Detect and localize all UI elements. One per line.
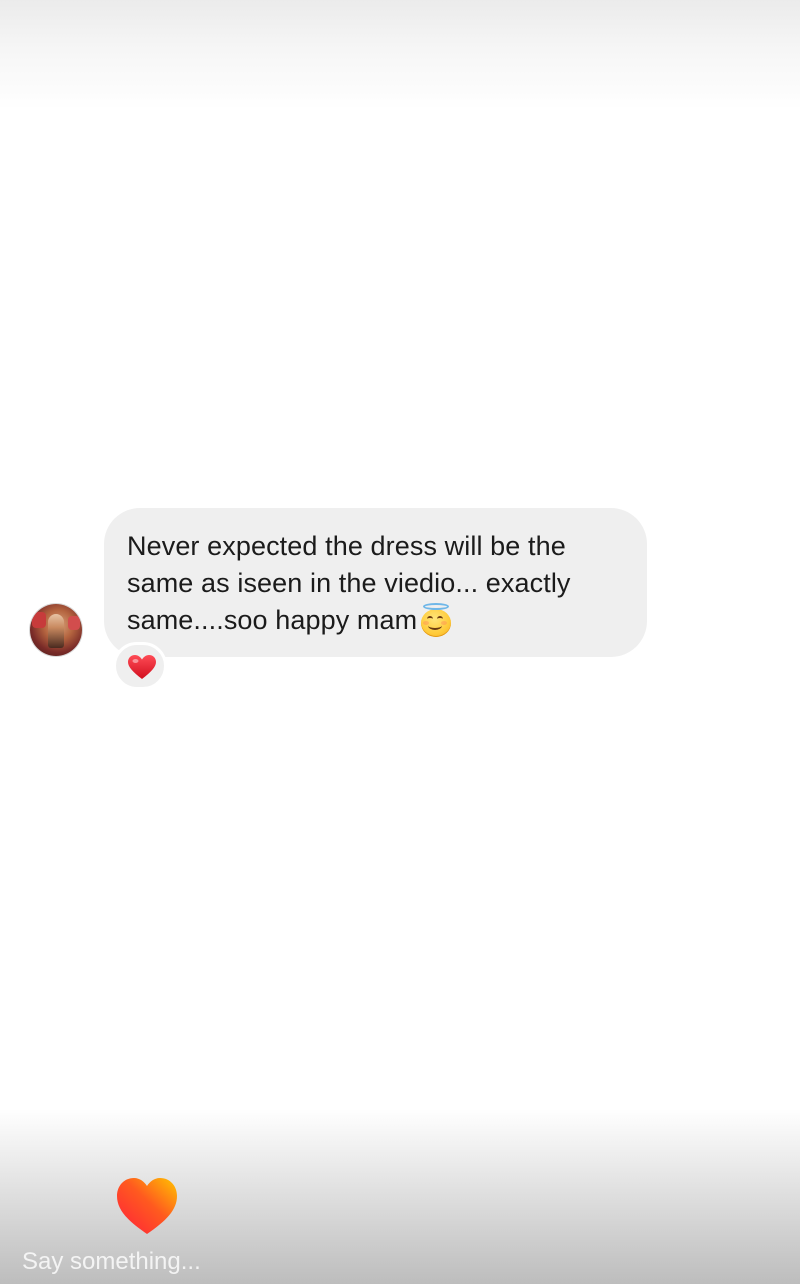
story-screen: { "message": { "lines": [ "Never expecte…	[0, 0, 800, 1284]
message-reaction[interactable]	[113, 642, 167, 690]
smiling-face-with-halo-icon	[419, 603, 453, 637]
reply-input[interactable]	[22, 1247, 442, 1277]
avatar-photo-detail	[68, 616, 80, 630]
message-line: same as iseen in the viedio... exactly	[127, 568, 571, 598]
red-heart-icon	[128, 655, 156, 679]
message-line-text: same....soo happy mam	[127, 605, 418, 635]
message-line: Never expected the dress will be the	[127, 531, 566, 561]
message-line-last: same....soo happy mam	[127, 602, 623, 639]
message-bubble[interactable]: Never expected the dress will be the sam…	[104, 508, 647, 657]
avatar-photo-detail	[32, 612, 46, 628]
gradient-heart-icon[interactable]	[116, 1176, 178, 1236]
sender-avatar[interactable]	[30, 604, 82, 656]
top-gradient-overlay	[0, 0, 800, 110]
avatar-photo-person	[48, 614, 64, 648]
